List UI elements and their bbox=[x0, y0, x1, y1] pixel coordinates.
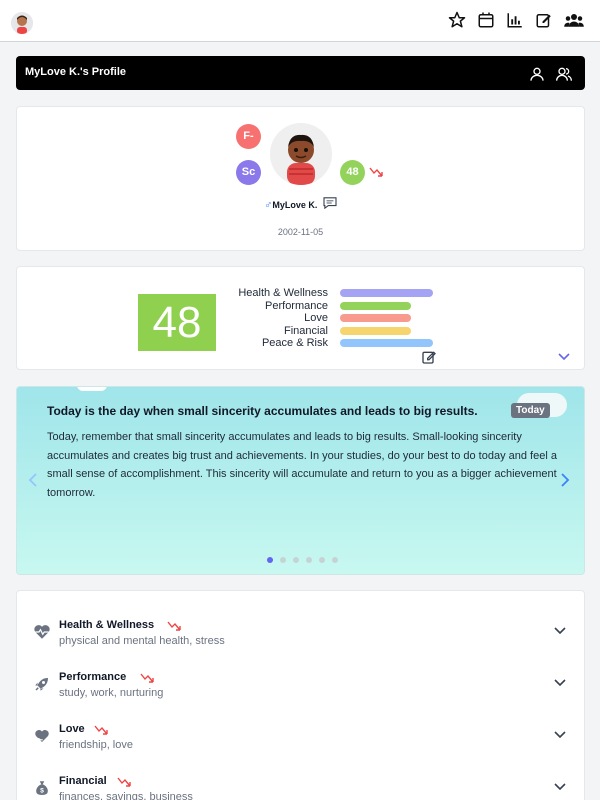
edit-icon[interactable] bbox=[535, 11, 553, 29]
heartbeat-icon bbox=[34, 625, 50, 639]
trend-down-icon bbox=[117, 777, 131, 787]
message-title: Today is the day when small sincerity ac… bbox=[47, 404, 478, 418]
bar-label: Peace & Risk bbox=[261, 337, 328, 349]
category-title: Performance bbox=[59, 671, 127, 683]
today-badge: Today bbox=[511, 403, 550, 418]
rocket-icon bbox=[35, 678, 48, 691]
category-subtitle: friendship, love bbox=[59, 739, 133, 751]
bar-label: Financial bbox=[283, 324, 328, 337]
prev-arrow-icon[interactable] bbox=[28, 473, 38, 487]
category-subtitle: physical and mental health, stress bbox=[59, 635, 225, 647]
category-row-financial[interactable]: $ Financial finances, savings, business bbox=[17, 775, 584, 800]
category-subtitle: study, work, nurturing bbox=[59, 687, 164, 699]
score-category-labels: Health & Wellness Performance Love Finan… bbox=[177, 287, 328, 350]
chevron-down-icon[interactable] bbox=[553, 625, 567, 635]
group-icon[interactable] bbox=[564, 11, 584, 29]
category-row-love[interactable]: Love friendship, love bbox=[17, 723, 584, 775]
bar-label: Health & Wellness bbox=[238, 287, 328, 299]
category-row-performance[interactable]: Performance study, work, nurturing bbox=[17, 671, 584, 723]
svg-text:$: $ bbox=[40, 788, 44, 795]
star-icon[interactable] bbox=[448, 11, 466, 29]
date-of-birth: 2002-11-05 bbox=[277, 227, 324, 237]
score-card: 48 Health & Wellness Performance Love Fi… bbox=[16, 266, 585, 370]
trend-down-icon bbox=[140, 673, 154, 683]
chevron-down-icon[interactable] bbox=[557, 351, 571, 361]
chevron-down-icon[interactable] bbox=[553, 729, 567, 739]
category-title: Financial bbox=[59, 775, 107, 787]
category-title: Health & Wellness bbox=[59, 619, 155, 631]
carousel-dot[interactable] bbox=[280, 557, 286, 563]
chart-icon[interactable] bbox=[506, 11, 524, 29]
score-badge: 48 bbox=[340, 160, 365, 185]
category-subtitle: finances, savings, business bbox=[59, 791, 193, 800]
bar-label: Performance bbox=[265, 299, 328, 312]
category-title: Love bbox=[59, 723, 85, 735]
users-icon[interactable] bbox=[555, 66, 572, 82]
edit-score-icon[interactable] bbox=[421, 349, 437, 365]
score-bar bbox=[340, 301, 411, 310]
chevron-down-icon[interactable] bbox=[553, 677, 567, 687]
cloud-decoration bbox=[77, 387, 107, 391]
score-bar bbox=[340, 314, 411, 322]
profile-header: MyLove K.'s Profile bbox=[16, 56, 585, 90]
comment-icon[interactable] bbox=[323, 197, 337, 210]
carousel-dot[interactable] bbox=[319, 557, 325, 563]
score-bar bbox=[340, 339, 433, 347]
score-bar bbox=[340, 289, 433, 297]
score-bars bbox=[340, 289, 433, 352]
money-bag-icon: $ bbox=[36, 781, 48, 795]
carousel-dot[interactable] bbox=[293, 557, 299, 563]
trend-down-icon bbox=[369, 167, 383, 177]
chevron-down-icon[interactable] bbox=[553, 781, 567, 791]
heart-hand-icon bbox=[34, 730, 49, 742]
carousel-dot[interactable] bbox=[332, 557, 338, 563]
profile-title: MyLove K.'s Profile bbox=[25, 66, 127, 78]
carousel-dots bbox=[267, 557, 338, 563]
daily-message-card: Today is the day when small sincerity ac… bbox=[16, 386, 585, 575]
profile-name-row: ♂MyLove K. bbox=[17, 197, 584, 211]
carousel-dot[interactable] bbox=[306, 557, 312, 563]
bar-label: Love bbox=[304, 312, 328, 324]
profile-avatar bbox=[270, 123, 332, 185]
carousel-dot[interactable] bbox=[267, 557, 273, 563]
category-row-health[interactable]: Health & Wellness physical and mental he… bbox=[17, 619, 584, 671]
score-bar bbox=[340, 326, 411, 335]
next-arrow-icon[interactable] bbox=[560, 473, 570, 487]
profile-card: F- Sc 48 ♂MyLove K. 2002-11-05 bbox=[16, 106, 585, 251]
trend-down-icon bbox=[94, 725, 108, 735]
category-list-card: Health & Wellness physical and mental he… bbox=[16, 590, 585, 800]
calendar-icon[interactable] bbox=[477, 11, 495, 29]
grade-badge: F- bbox=[236, 124, 261, 149]
top-bar bbox=[0, 0, 600, 42]
sc-badge: Sc bbox=[236, 160, 261, 185]
message-body: Today, remember that small sincerity acc… bbox=[47, 431, 557, 499]
user-icon[interactable] bbox=[529, 66, 545, 82]
trend-down-icon bbox=[167, 621, 181, 631]
profile-name: MyLove K. bbox=[272, 200, 318, 210]
user-avatar[interactable] bbox=[11, 12, 33, 34]
